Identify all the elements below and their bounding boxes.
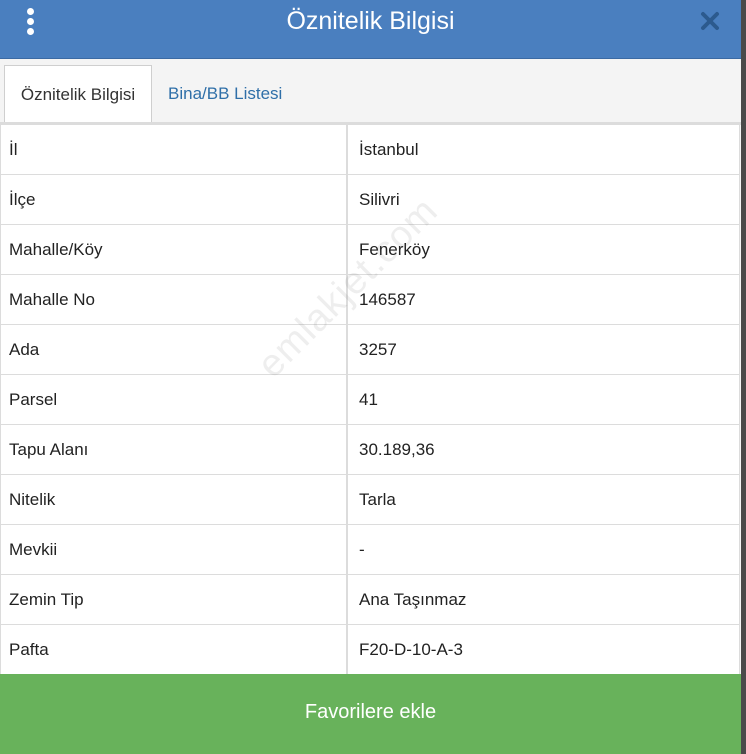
table-row: Parsel 41	[1, 375, 740, 425]
table-row: Pafta F20-D-10-A-3	[1, 625, 740, 675]
dialog-header: Öznitelik Bilgisi	[0, 0, 741, 59]
row-value: İstanbul	[348, 125, 740, 174]
close-icon[interactable]	[699, 10, 721, 32]
table-row: Tapu Alanı 30.189,36	[1, 425, 740, 475]
row-label: İl	[1, 125, 348, 174]
background-edge	[741, 0, 746, 754]
row-label: İlçe	[1, 175, 348, 224]
table-row: İl İstanbul	[1, 125, 740, 175]
table-row: Mahalle/Köy Fenerköy	[1, 225, 740, 275]
row-value: F20-D-10-A-3	[348, 625, 740, 674]
table-row: Ada 3257	[1, 325, 740, 375]
table-row: Mahalle No 146587	[1, 275, 740, 325]
tab-bar: Öznitelik Bilgisi Bina/BB Listesi	[0, 59, 741, 125]
add-to-favorites-button[interactable]: Favorilere ekle	[0, 674, 741, 754]
table-row: Zemin Tip Ana Taşınmaz	[1, 575, 740, 625]
row-value: -	[348, 525, 740, 574]
row-label: Pafta	[1, 625, 348, 674]
tab-building-list[interactable]: Bina/BB Listesi	[168, 65, 282, 122]
row-label: Parsel	[1, 375, 348, 424]
tab-attribute-info[interactable]: Öznitelik Bilgisi	[4, 65, 152, 122]
row-value: Tarla	[348, 475, 740, 524]
row-value: 146587	[348, 275, 740, 324]
table-row: Mevkii -	[1, 525, 740, 575]
row-value: Silivri	[348, 175, 740, 224]
table-row: İlçe Silivri	[1, 175, 740, 225]
row-value: 3257	[348, 325, 740, 374]
row-label: Tapu Alanı	[1, 425, 348, 474]
row-label: Mahalle/Köy	[1, 225, 348, 274]
attribute-dialog: Öznitelik Bilgisi Öznitelik Bilgisi Bina…	[0, 0, 741, 754]
row-value: Ana Taşınmaz	[348, 575, 740, 624]
row-label: Nitelik	[1, 475, 348, 524]
row-label: Zemin Tip	[1, 575, 348, 624]
row-value: Fenerköy	[348, 225, 740, 274]
table-row: Nitelik Tarla	[1, 475, 740, 525]
row-label: Mevkii	[1, 525, 348, 574]
attribute-table: İl İstanbul İlçe Silivri Mahalle/Köy Fen…	[0, 124, 740, 675]
dialog-title: Öznitelik Bilgisi	[286, 7, 455, 35]
row-label: Ada	[1, 325, 348, 374]
row-value: 41	[348, 375, 740, 424]
row-label: Mahalle No	[1, 275, 348, 324]
row-value: 30.189,36	[348, 425, 740, 474]
